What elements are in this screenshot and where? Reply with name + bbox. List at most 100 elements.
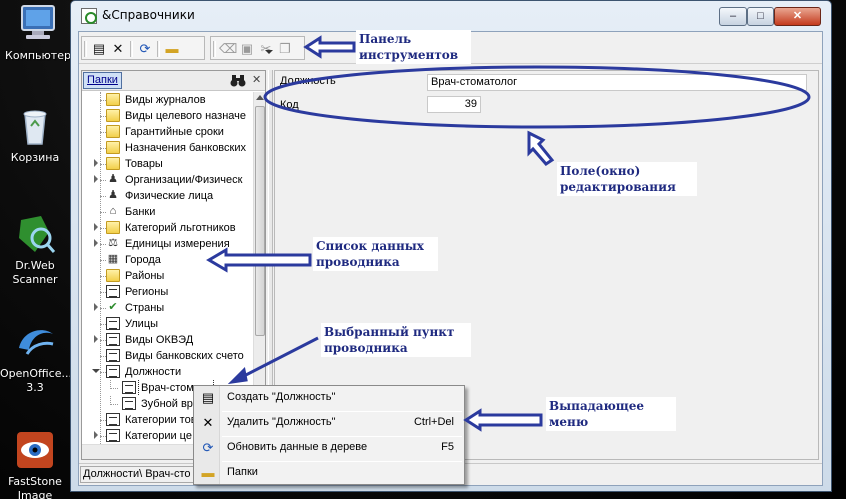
folder-icon (106, 141, 120, 154)
doc-icon (106, 285, 120, 298)
tree-item[interactable]: Товары (82, 156, 253, 172)
tree-item-label: Категории тов (125, 414, 197, 426)
toolbar-chevron-down-icon[interactable] (265, 50, 273, 54)
desktop-icon-openoffice[interactable]: OpenOffice... 3.3 (0, 320, 72, 395)
tree-item-label: Гарантийные сроки (125, 126, 224, 138)
expand-arrow-icon[interactable] (94, 303, 98, 311)
explorer-header: Папки ✕ (82, 71, 265, 91)
close-icon[interactable]: ✕ (252, 73, 261, 86)
desktop-icon-label: Dr.Web Scanner (12, 259, 58, 286)
title-bar[interactable]: &Справочники – □ ✕ (71, 1, 831, 31)
expand-arrow-icon[interactable] (94, 239, 98, 247)
scroll-up-icon[interactable] (256, 95, 264, 100)
binoculars-icon[interactable] (230, 73, 246, 88)
toolbar-grip[interactable] (213, 41, 216, 57)
tree-item-label: Улицы (125, 318, 159, 330)
expand-arrow-icon[interactable] (94, 175, 98, 183)
menu-item-create[interactable]: ▤ Создать "Должность" (194, 387, 464, 409)
folder-icon: ▬ (201, 465, 215, 480)
tree-item-label: Виды банковских счето (125, 350, 244, 362)
tree-item[interactable]: Виды журналов (82, 92, 253, 108)
expand-arrow-icon[interactable] (94, 335, 98, 343)
annotation-selected-item: Выбранный пункт проводника (321, 323, 471, 357)
minimize-button[interactable]: – (719, 7, 747, 26)
eraser-icon[interactable]: ⌫ (219, 41, 237, 57)
tree-item[interactable]: Регионы (82, 284, 253, 300)
tree-item[interactable]: Виды ОКВЭД (82, 332, 253, 348)
menu-item-shortcut: F5 (441, 441, 454, 453)
tree-item[interactable]: ♟ Физические лица (82, 188, 253, 204)
menu-item-refresh[interactable]: ⟳ Обновить данные в дереве F5 (194, 437, 464, 459)
tree-item[interactable]: Виды банковских счето (82, 348, 253, 364)
field-label-position: Должность (280, 75, 336, 87)
folder-icon (106, 109, 120, 122)
tree-item[interactable]: Виды целевого назначе (82, 108, 253, 124)
delete-x-icon[interactable]: ✕ (109, 41, 127, 57)
tree-item[interactable]: Назначения банковских (82, 140, 253, 156)
annotation-toolbar: Панель инструментов (356, 30, 471, 64)
tree-item-label: Категорий льготников (125, 222, 236, 234)
tree-item-label: Страны (125, 302, 165, 314)
tree-item-label: Виды целевого назначе (125, 110, 247, 122)
refresh-icon[interactable]: ⟳ (136, 41, 154, 57)
tree-item[interactable]: Должности (82, 364, 253, 380)
tree-item[interactable]: Районы (82, 268, 253, 284)
toolbar-separator (130, 41, 133, 57)
tree-item-label: Единицы измерения (125, 238, 230, 250)
copy-icon[interactable]: ❐ (276, 41, 294, 57)
folder-icon (106, 269, 120, 282)
desktop-icon-faststone[interactable]: FastStone Image Viewer (0, 428, 71, 499)
paste-icon[interactable]: ▣ (238, 41, 256, 57)
openoffice-icon (13, 320, 57, 364)
menu-item-label: Папки (227, 466, 258, 478)
tab-folders[interactable]: Папки (83, 72, 122, 89)
expand-arrow-icon[interactable] (94, 431, 98, 439)
tree-item[interactable]: Гарантийные сроки (82, 124, 253, 140)
field-label-code: Код (280, 99, 299, 111)
toolbar-group-main: ▤ ✕ ⟳ ▬ (81, 36, 205, 60)
tree-item-label: Виды ОКВЭД (125, 334, 194, 346)
tree-item[interactable]: ⌂ Банки (82, 204, 253, 220)
tree-item-label: Банки (125, 206, 156, 218)
document-icon[interactable]: ▤ (90, 41, 108, 57)
code-input[interactable]: 39 (427, 96, 481, 113)
doc-icon (106, 365, 120, 378)
desktop-icon-computer[interactable]: Компьютер (2, 2, 74, 63)
expand-arrow-icon[interactable] (94, 159, 98, 167)
expand-arrow-icon[interactable] (94, 223, 98, 231)
doc-icon (122, 381, 136, 394)
toolbar-grip[interactable] (84, 41, 87, 57)
cut-icon[interactable]: ✂ (257, 41, 275, 57)
desktop-icon-label: FastStone Image Viewer (8, 475, 62, 499)
menu-item-label: Обновить данные в дереве (227, 441, 368, 453)
window-title: &Справочники (102, 8, 195, 22)
delete-x-icon: ✕ (202, 415, 214, 430)
menu-item-delete[interactable]: ✕ Удалить "Должность" Ctrl+Del (194, 412, 464, 434)
desktop-icon-drweb[interactable]: Dr.Web Scanner (0, 212, 71, 287)
tree-item[interactable]: ▦ Города (82, 252, 253, 268)
tree-item[interactable]: Улицы (82, 316, 253, 332)
position-name-input[interactable]: Врач-стоматолог (427, 74, 807, 91)
tree-item[interactable]: ⚖ Единицы измерения (82, 236, 253, 252)
maximize-button[interactable]: □ (747, 7, 774, 26)
annotation-editor: Поле(окно) редактирования (557, 162, 697, 196)
document-icon: ▤ (201, 390, 215, 405)
desktop-icon-label: Корзина (10, 151, 60, 164)
tree-item-label: Физические лица (125, 190, 214, 202)
tree-item[interactable]: ✔ Страны (82, 300, 253, 316)
city-icon: ▦ (107, 253, 119, 265)
computer-icon (16, 2, 60, 46)
scales-icon: ⚖ (108, 237, 118, 249)
tree-item[interactable]: ♟ Организации/Физическ (82, 172, 253, 188)
expand-open-icon[interactable] (92, 369, 100, 373)
folder-icon[interactable]: ▬ (163, 41, 181, 57)
tree-item[interactable]: Категорий льготников (82, 220, 253, 236)
desktop-icon-recycle-bin[interactable]: Корзина (0, 104, 71, 165)
bank-icon: ⌂ (109, 205, 117, 217)
doc-icon (106, 317, 120, 330)
app-icon[interactable] (81, 8, 97, 24)
menu-item-folders[interactable]: ▬ Папки (194, 462, 464, 484)
scrollbar-thumb[interactable] (255, 106, 265, 336)
toolbar-separator (157, 41, 160, 57)
close-button[interactable]: ✕ (774, 7, 821, 26)
